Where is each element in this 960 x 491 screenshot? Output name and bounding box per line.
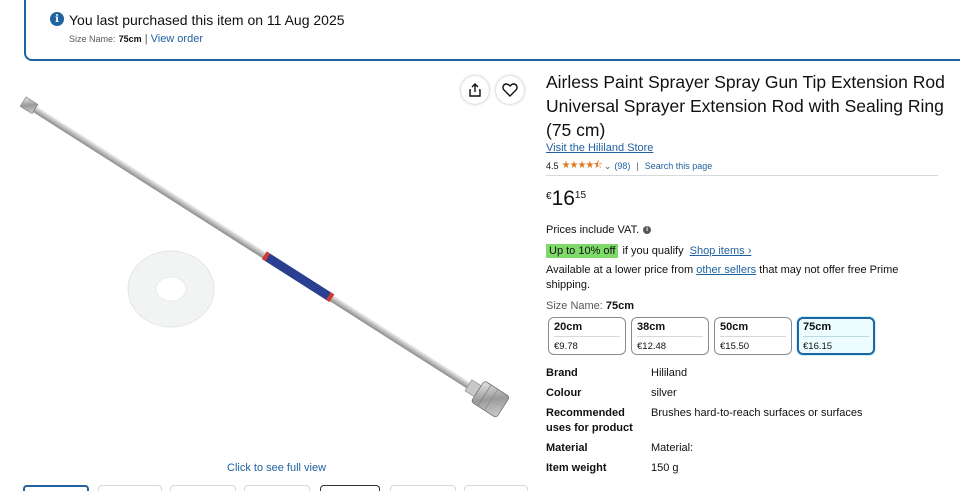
size-option-price: €9.78 [554, 341, 578, 352]
size-option-price: €15.50 [720, 341, 750, 352]
price-whole: 16 [551, 187, 575, 210]
price: € 16 15 [546, 188, 586, 210]
spec-value: Brushes hard-to-reach surfaces or surfac… [651, 407, 863, 419]
divider [546, 175, 938, 176]
star-rating-icon[interactable]: ★★★★⯪ [562, 158, 603, 175]
vat-text: Prices include VAT. [546, 224, 640, 236]
spec-key: Item weight [546, 462, 607, 474]
share-button[interactable] [461, 76, 489, 104]
rating-count-link[interactable]: (98) [614, 161, 630, 171]
vat-note: Prices include VAT. i [546, 224, 652, 236]
size-option-name: 75cm [803, 321, 869, 337]
info-icon: i [50, 12, 64, 26]
chevron-down-icon[interactable]: ⌄ [604, 161, 612, 172]
search-page-link[interactable]: Search this page [645, 161, 713, 171]
purchase-banner: i You last purchased this item on 11 Aug… [24, 0, 960, 61]
product-title: Airless Paint Sprayer Spray Gun Tip Exte… [546, 72, 945, 140]
size-label: Size Name: 75cm [546, 300, 634, 312]
share-icon [469, 83, 481, 97]
spec-key: Colour [546, 387, 582, 399]
qualify-text: if you qualify [622, 244, 684, 257]
banner-size-label: Size Name: [69, 34, 116, 44]
thumbnail[interactable] [244, 485, 310, 491]
size-option-38cm[interactable]: 38cm €12.48 [631, 317, 709, 355]
size-selected-value: 75cm [605, 300, 635, 312]
shop-items-link[interactable]: Shop items › [690, 245, 752, 257]
info-icon[interactable]: i [643, 226, 652, 234]
spec-key: Material [546, 442, 588, 454]
size-option-20cm[interactable]: 20cm €9.78 [548, 317, 626, 355]
banner-size-line: Size Name: 75cm | View order [69, 33, 203, 45]
product-image-area: Click to see full view [20, 70, 532, 491]
spec-value: Material: [651, 442, 694, 454]
rating-row: 4.5 ★★★★⯪ ⌄ (98) | Search this page [546, 160, 712, 172]
spec-value: silver [651, 387, 677, 399]
lower-price-prefix: Available at a lower price from [546, 264, 697, 276]
heart-icon [502, 83, 518, 97]
spec-key: Recommended uses for product [546, 407, 633, 434]
other-sellers-link[interactable]: other sellers [696, 264, 756, 276]
lower-price-note: Available at a lower price from other se… [546, 263, 926, 293]
banner-title: You last purchased this item on 11 Aug 2… [69, 12, 345, 28]
view-order-link[interactable]: View order [151, 33, 203, 45]
banner-separator: | [144, 33, 148, 45]
thumbnail[interactable] [23, 485, 89, 491]
size-option-name: 20cm [554, 321, 620, 337]
spec-value: Hililand [651, 367, 688, 379]
size-label-text: Size Name: [546, 300, 603, 312]
wishlist-button[interactable] [496, 76, 524, 104]
rating-separator: | [636, 161, 639, 171]
size-options: 20cm €9.78 38cm €12.48 50cm €15.50 75cm … [548, 317, 875, 355]
thumbnail[interactable] [464, 485, 528, 491]
banner-size-value: 75cm [118, 34, 142, 44]
thumbnail[interactable] [320, 485, 380, 491]
spec-value: 150 g [651, 462, 679, 474]
size-option-75cm[interactable]: 75cm €16.15 [797, 317, 875, 355]
rating-value: 4.5 [546, 161, 559, 171]
thumbnail[interactable] [98, 485, 162, 491]
price-fraction: 15 [574, 190, 587, 201]
spec-key: Brand [546, 367, 578, 379]
product-image[interactable] [20, 84, 532, 454]
thumbnail[interactable] [390, 485, 456, 491]
size-option-price: €16.15 [803, 341, 833, 352]
size-option-price: €12.48 [637, 341, 667, 352]
size-option-name: 38cm [637, 321, 703, 337]
size-option-50cm[interactable]: 50cm €15.50 [714, 317, 792, 355]
full-view-link[interactable]: Click to see full view [227, 462, 326, 474]
store-link[interactable]: Visit the Hililand Store [546, 142, 653, 154]
thumbnail[interactable] [170, 485, 236, 491]
discount-badge: Up to 10% off [546, 243, 619, 258]
discount-row: Up to 10% off if you qualify Shop items … [546, 243, 751, 258]
size-option-name: 50cm [720, 321, 786, 337]
